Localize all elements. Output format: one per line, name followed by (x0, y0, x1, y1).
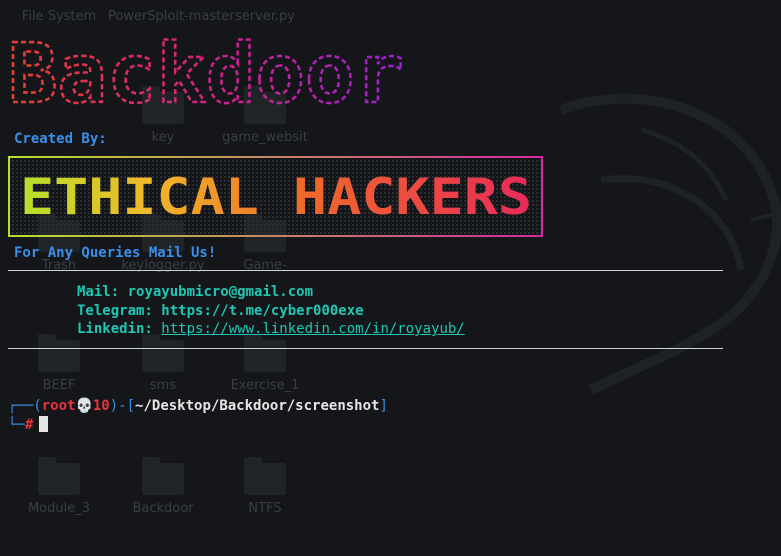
divider (8, 348, 723, 349)
linkedin-label: Linkedin: (77, 321, 153, 337)
divider (8, 270, 723, 271)
mail-label: Mail: (77, 284, 120, 300)
prompt-path: ~/Desktop/Backdoor/screenshot (135, 398, 380, 414)
mail-row: Mail: royayubmicro@gmail.com (77, 284, 313, 300)
telegram-row: Telegram: https://t.me/cyber000exe (77, 303, 364, 319)
prompt-host: 10 (92, 398, 110, 414)
text-cursor (39, 416, 49, 432)
telegram-label: Telegram: (77, 303, 153, 319)
backdoor-ascii-logo: Backdoor (8, 30, 405, 112)
linkedin-row: Linkedin: https://www.linkedin.com/in/ro… (77, 321, 465, 337)
prompt-corner-top: ┌──( (8, 398, 42, 414)
mail-value[interactable]: royayubmicro@gmail.com (128, 284, 313, 300)
telegram-value[interactable]: https://t.me/cyber000exe (161, 303, 363, 319)
linkedin-link[interactable]: https://www.linkedin.com/in/royayub/ (161, 321, 464, 337)
ethical-hackers-ascii-logo: ETHICAL HACKERS (8, 156, 543, 237)
skull-icon: 💀 (75, 398, 93, 414)
prompt-bracket-close: ] (379, 398, 388, 414)
terminal-window[interactable]: Backdoor Created By: ETHICAL HACKERS For… (0, 0, 781, 556)
prompt-corner-bottom: └─ (8, 417, 25, 433)
prompt-bracket: )-[ (109, 398, 136, 414)
backdoor-logo-text: Backdoor (8, 30, 404, 112)
prompt-symbol: # (24, 417, 34, 433)
prompt-user: root (41, 398, 76, 414)
created-by-label: Created By: (14, 131, 107, 147)
queries-label: For Any Queries Mail Us! (14, 245, 217, 261)
ethical-hackers-logo-text: ETHICAL HACKERS (20, 168, 532, 226)
prompt-line: ┌──(root💀10)-[~/Desktop/Backdoor/screens… (8, 398, 388, 414)
input-line[interactable]: └─# (8, 416, 49, 433)
